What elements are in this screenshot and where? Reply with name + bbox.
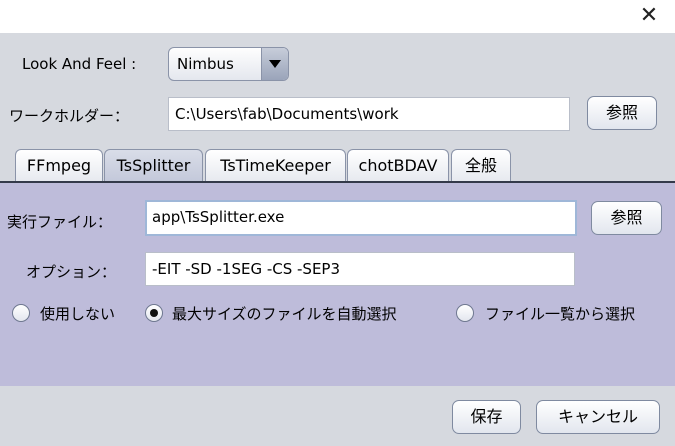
look-and-feel-label: Look And Feel : — [22, 55, 137, 73]
work-folder-label: ワークホルダー： — [9, 107, 130, 125]
tab-chotbdav[interactable]: chotBDAV — [347, 149, 449, 182]
chevron-down-icon[interactable] — [261, 48, 288, 80]
exe-file-browse-button[interactable]: 参照 — [591, 201, 662, 235]
work-folder-input[interactable]: C:\Users\fab\Documents\work — [168, 97, 570, 131]
radio-auto-select-largest-label[interactable]: 最大サイズのファイルを自動選択 — [172, 303, 397, 324]
work-folder-browse-button[interactable]: 参照 — [587, 96, 657, 130]
look-and-feel-value: Nimbus — [177, 55, 234, 73]
exe-file-input[interactable]: app\TsSplitter.exe — [145, 200, 577, 236]
radio-unused-label[interactable]: 使用しない — [40, 303, 115, 324]
tab-general[interactable]: 全般 — [451, 149, 511, 182]
tab-tssplitter[interactable]: TsSplitter — [104, 149, 203, 182]
radio-selected-dot — [150, 309, 158, 317]
save-button[interactable]: 保存 — [452, 400, 521, 434]
exe-file-label: 実行ファイル： — [7, 213, 113, 231]
title-bar: ✕ — [0, 0, 675, 33]
radio-select-from-list[interactable] — [456, 304, 474, 322]
option-input[interactable]: -EIT -SD -1SEG -CS -SEP3 — [145, 252, 575, 286]
tab-tstimekeeper[interactable]: TsTimeKeeper — [205, 149, 346, 182]
tab-ffmpeg[interactable]: FFmpeg — [15, 149, 103, 182]
radio-select-from-list-label[interactable]: ファイル一覧から選択 — [485, 303, 635, 324]
close-icon[interactable]: ✕ — [637, 4, 661, 28]
cancel-button[interactable]: キャンセル — [536, 400, 660, 434]
tssplitter-panel: 実行ファイル： app\TsSplitter.exe 参照 オプション： -EI… — [0, 183, 675, 386]
radio-auto-select-largest[interactable] — [145, 304, 163, 322]
look-and-feel-select[interactable]: Nimbus — [168, 47, 289, 81]
option-label: オプション： — [26, 263, 117, 281]
radio-unused[interactable] — [12, 304, 30, 322]
